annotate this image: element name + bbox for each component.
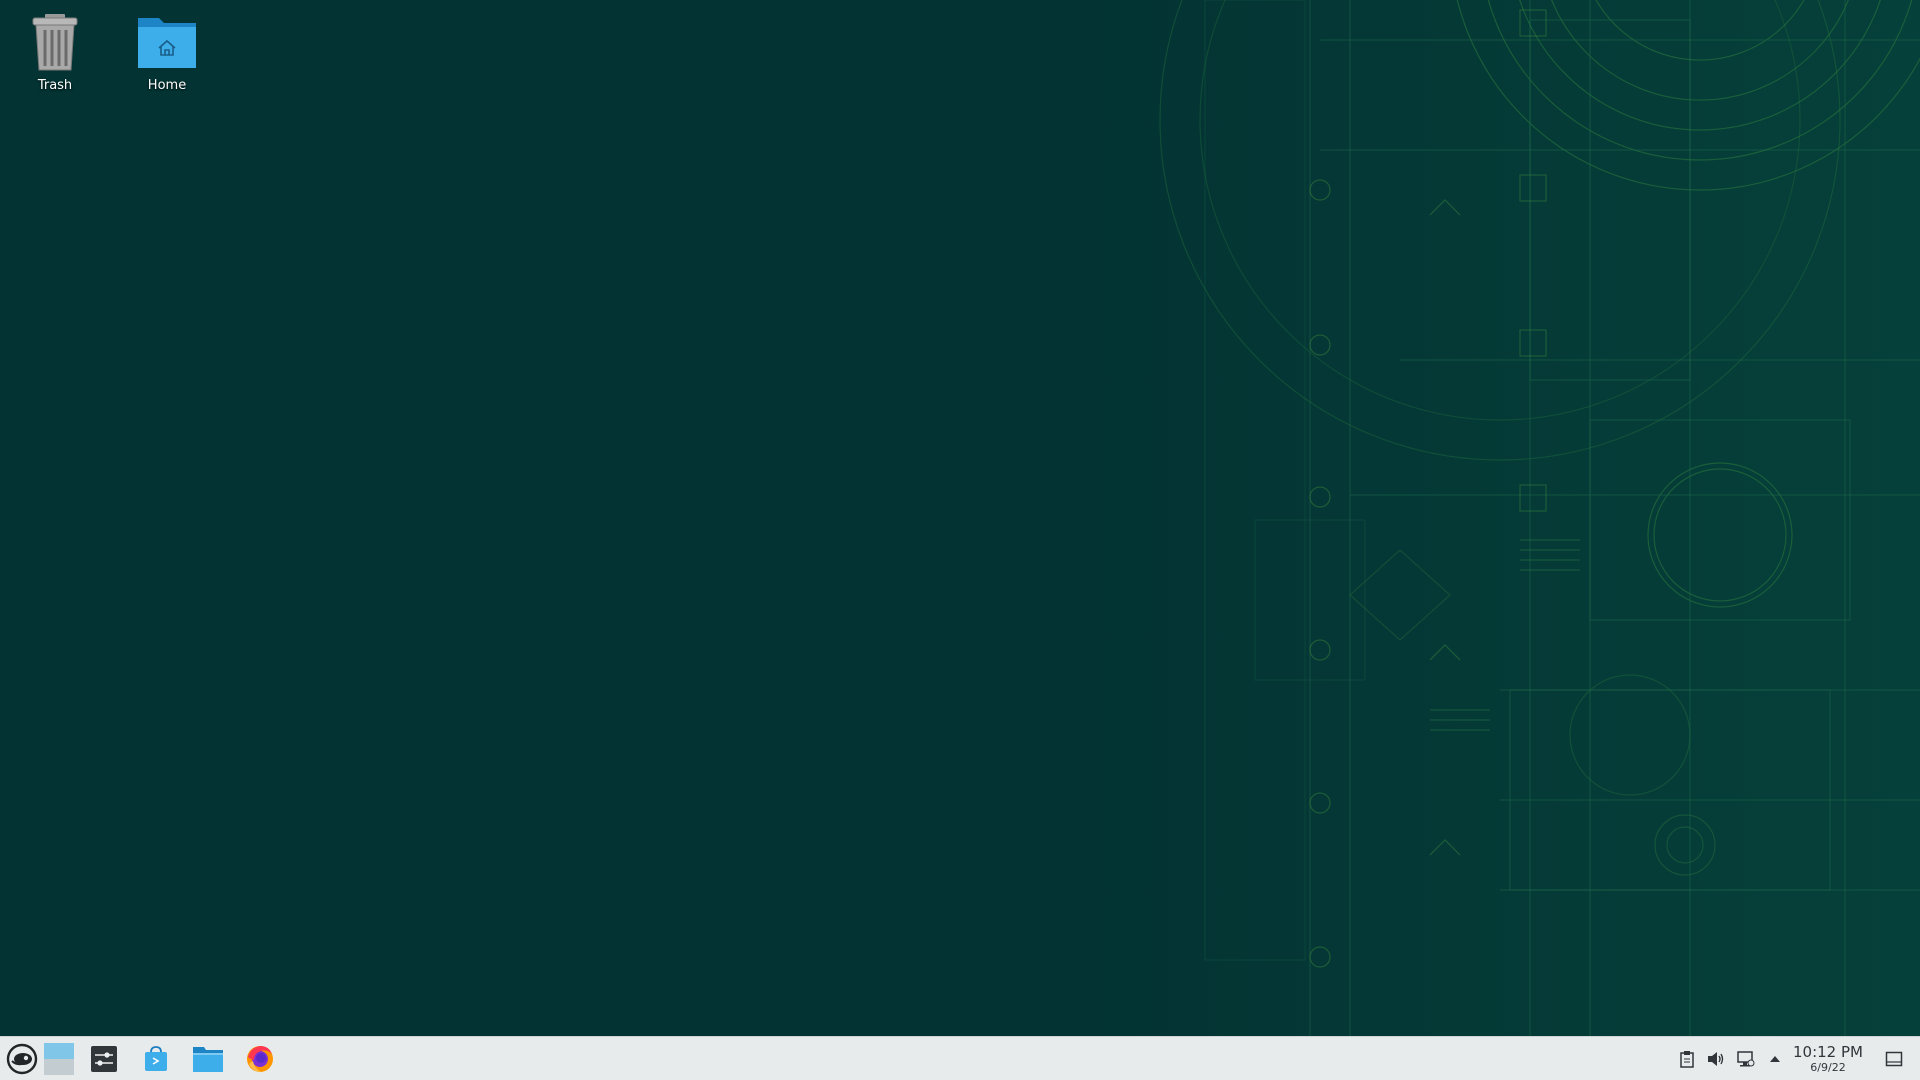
software-center-launcher[interactable] <box>136 1041 176 1077</box>
desktop-icon-trash[interactable]: Trash <box>5 10 105 94</box>
clock-date: 6/9/22 <box>1810 1061 1846 1074</box>
discover-bag-icon <box>145 1046 167 1071</box>
web-browser-launcher[interactable] <box>240 1041 280 1077</box>
show-desktop-button[interactable] <box>1883 1048 1905 1070</box>
system-settings-launcher[interactable] <box>84 1041 124 1077</box>
folder-icon <box>193 1047 223 1072</box>
digital-clock[interactable]: 10:12 PM 6/9/22 <box>1784 1043 1872 1074</box>
home-folder-icon <box>138 18 196 68</box>
tray-volume[interactable] <box>1705 1048 1727 1070</box>
desktop-icon-label: Trash <box>37 78 73 93</box>
trash-icon <box>32 14 78 71</box>
speaker-icon <box>1708 1052 1724 1066</box>
tray-network[interactable] <box>1735 1048 1757 1070</box>
virtual-desktop-icon <box>44 1043 74 1075</box>
clock-time: 10:12 PM <box>1793 1043 1863 1061</box>
opensuse-chameleon-icon <box>6 1043 38 1075</box>
settings-sliders-icon <box>91 1046 117 1072</box>
desktop-icon-home[interactable]: Home <box>117 10 217 94</box>
application-launcher-button[interactable] <box>2 1041 42 1077</box>
show-desktop-icon <box>1885 1051 1903 1067</box>
tray-expand-button[interactable] <box>1764 1048 1786 1070</box>
chevron-up-icon <box>1770 1056 1780 1062</box>
virtual-desktop-pager[interactable] <box>40 1039 78 1079</box>
taskbar-panel: 10:12 PM 6/9/22 <box>0 1036 1920 1080</box>
desktop: Trash Home <box>0 0 1920 1036</box>
desktop-icon-label: Home <box>147 78 187 93</box>
wallpaper-blueprint-art <box>0 0 1920 1036</box>
firefox-icon <box>247 1046 273 1072</box>
tray-clipboard[interactable] <box>1676 1048 1698 1070</box>
file-manager-launcher[interactable] <box>188 1041 228 1077</box>
network-wired-icon <box>1737 1051 1755 1067</box>
clipboard-icon <box>1680 1051 1694 1068</box>
